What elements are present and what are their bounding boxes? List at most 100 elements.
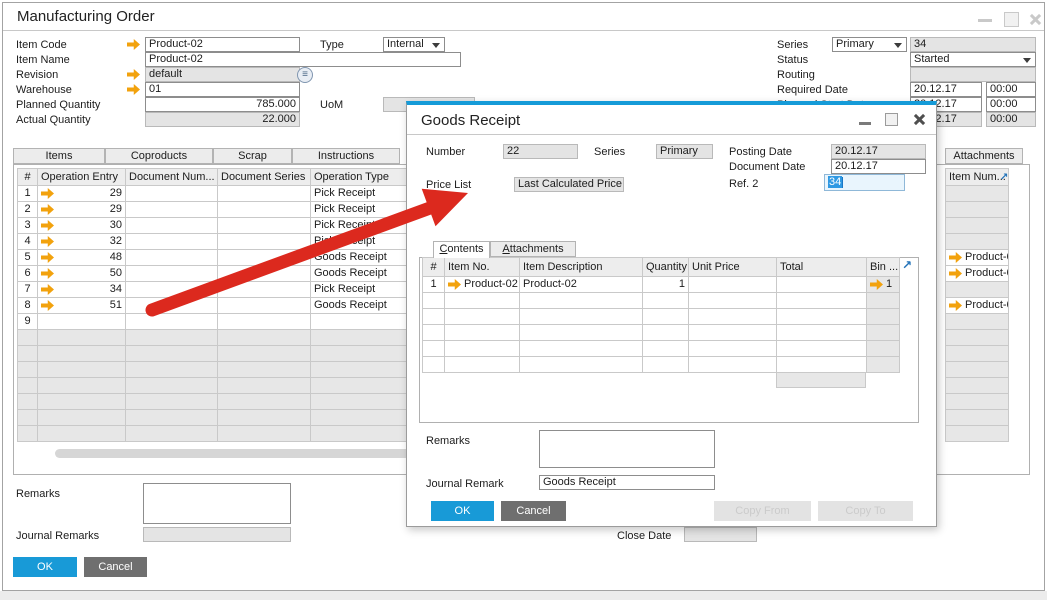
row-number-cell[interactable] [423, 341, 445, 357]
row-number-cell[interactable] [18, 330, 38, 346]
operations-table-row[interactable] [18, 426, 431, 442]
link-arrow-icon[interactable] [870, 279, 883, 290]
contents-table-row[interactable] [423, 325, 900, 341]
operations-table-row[interactable] [18, 410, 431, 426]
operation-entry-cell[interactable] [38, 394, 126, 410]
operations-table-row[interactable]: 734Pick Receipt [18, 282, 431, 298]
item-description-cell[interactable] [520, 325, 643, 341]
choose-from-list-icon[interactable]: ≡ [297, 67, 313, 83]
document-number-cell[interactable] [126, 266, 218, 282]
document-series-cell[interactable] [218, 362, 311, 378]
document-number-cell[interactable] [126, 298, 218, 314]
document-date-field[interactable]: 20.12.17 [831, 159, 926, 174]
contents-table-row[interactable] [423, 293, 900, 309]
quantity-cell[interactable] [643, 293, 689, 309]
document-series-cell[interactable] [218, 346, 311, 362]
bin-cell[interactable] [867, 293, 900, 309]
row-number-cell[interactable]: 2 [18, 202, 38, 218]
operation-entry-cell[interactable] [38, 330, 126, 346]
column-header[interactable]: Quantity [643, 258, 689, 277]
row-number-cell[interactable]: 4 [18, 234, 38, 250]
column-header[interactable]: # [423, 258, 445, 277]
item-number-cell[interactable]: Product-0 [946, 266, 1009, 282]
item-description-cell[interactable] [520, 293, 643, 309]
item-number-row[interactable] [946, 314, 1009, 330]
expand-grid-icon[interactable]: ↗ [902, 259, 912, 271]
row-number-cell[interactable] [423, 357, 445, 373]
total-cell[interactable] [777, 293, 867, 309]
item-number-cell[interactable] [946, 362, 1009, 378]
item-number-cell[interactable] [946, 330, 1009, 346]
operations-table-row[interactable]: 9 [18, 314, 431, 330]
operation-entry-cell[interactable] [38, 362, 126, 378]
item-number-row[interactable] [946, 282, 1009, 298]
document-series-cell[interactable] [218, 266, 311, 282]
document-number-cell[interactable] [126, 410, 218, 426]
row-number-cell[interactable]: 8 [18, 298, 38, 314]
row-number-cell[interactable] [423, 309, 445, 325]
column-header[interactable]: Document Series [218, 169, 311, 186]
document-number-cell[interactable] [126, 234, 218, 250]
link-arrow-icon[interactable] [949, 252, 962, 263]
item-no-cell[interactable] [445, 357, 520, 373]
journal-remark-field[interactable]: Goods Receipt [539, 475, 715, 490]
operation-entry-cell[interactable]: 34 [38, 282, 126, 298]
quantity-cell[interactable] [643, 341, 689, 357]
document-series-cell[interactable] [218, 250, 311, 266]
document-number-cell[interactable] [126, 218, 218, 234]
item-description-cell[interactable] [520, 357, 643, 373]
item-number-row[interactable] [946, 218, 1009, 234]
operation-entry-cell[interactable] [38, 410, 126, 426]
item-number-cell[interactable] [946, 186, 1009, 202]
quantity-cell[interactable]: 1 [643, 277, 689, 293]
cancel-button[interactable]: Cancel [84, 557, 147, 577]
link-arrow-icon[interactable] [41, 252, 54, 263]
document-series-cell[interactable] [218, 378, 311, 394]
bin-cell[interactable] [867, 357, 900, 373]
total-cell[interactable] [777, 357, 867, 373]
item-number-row[interactable] [946, 410, 1009, 426]
tab-contents[interactable]: Contents [433, 241, 490, 258]
operation-entry-cell[interactable] [38, 314, 126, 330]
type-select[interactable]: Internal [383, 37, 445, 52]
item-number-row[interactable] [946, 426, 1009, 442]
document-number-cell[interactable] [126, 378, 218, 394]
operation-entry-cell[interactable]: 30 [38, 218, 126, 234]
document-series-cell[interactable] [218, 298, 311, 314]
row-number-cell[interactable] [18, 362, 38, 378]
item-no-cell[interactable]: Product-02 [445, 277, 520, 293]
operation-entry-cell[interactable]: 32 [38, 234, 126, 250]
row-number-cell[interactable] [18, 426, 38, 442]
item-description-cell[interactable] [520, 309, 643, 325]
link-arrow-icon[interactable] [949, 300, 962, 311]
remarks-textarea[interactable] [539, 430, 715, 468]
column-header[interactable]: Item Description [520, 258, 643, 277]
link-arrow-icon[interactable] [41, 284, 54, 295]
ref2-field[interactable]: 34 [824, 174, 905, 191]
item-number-row[interactable]: Product-0 [946, 250, 1009, 266]
item-number-row[interactable] [946, 330, 1009, 346]
row-number-cell[interactable] [18, 346, 38, 362]
quantity-cell[interactable] [643, 309, 689, 325]
unit-price-cell[interactable] [689, 309, 777, 325]
document-series-cell[interactable] [218, 426, 311, 442]
link-arrow-icon[interactable] [41, 268, 54, 279]
column-header[interactable]: # [18, 169, 38, 186]
item-number-row[interactable] [946, 186, 1009, 202]
operations-table-row[interactable]: 129Pick Receipt [18, 186, 431, 202]
item-name-field[interactable]: Product-02 [145, 52, 461, 67]
document-number-cell[interactable] [126, 314, 218, 330]
item-description-cell[interactable] [520, 341, 643, 357]
total-cell[interactable] [777, 341, 867, 357]
row-number-cell[interactable] [18, 394, 38, 410]
column-header[interactable]: Total [777, 258, 867, 277]
link-arrow-icon[interactable] [41, 220, 54, 231]
document-series-cell[interactable] [218, 282, 311, 298]
item-number-row[interactable]: Product-0 [946, 266, 1009, 282]
maximize-icon[interactable] [885, 113, 898, 126]
warehouse-field[interactable]: 01 [145, 82, 300, 97]
item-number-cell[interactable] [946, 314, 1009, 330]
tab-scrap[interactable]: Scrap [213, 148, 292, 164]
item-no-cell[interactable] [445, 325, 520, 341]
row-number-cell[interactable] [18, 410, 38, 426]
